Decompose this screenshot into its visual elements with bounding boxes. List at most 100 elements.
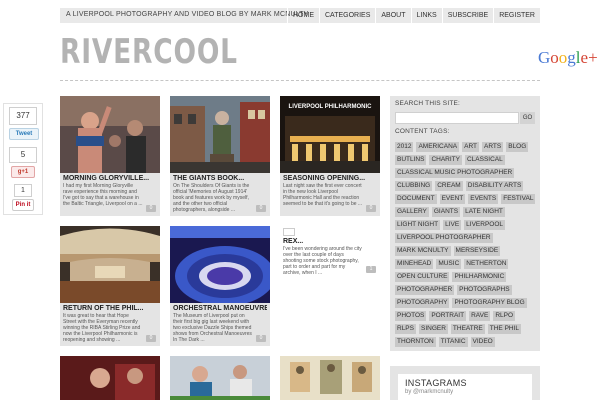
tag-link[interactable]: ART: [462, 142, 480, 152]
tag-link[interactable]: DISABILITY ARTS: [465, 181, 524, 191]
post-excerpt: The Museum of Liverpool put on their fir…: [173, 313, 252, 343]
tag-link[interactable]: RLPO: [493, 311, 516, 321]
tag-link[interactable]: THEATRE: [450, 324, 485, 334]
site-tagline: A Liverpool Photography and Video Blog b…: [66, 11, 309, 18]
post-title[interactable]: RETURN OF THE PHIL...: [63, 305, 157, 312]
tag-link[interactable]: VIDEO: [470, 337, 495, 347]
comment-count-badge[interactable]: 0: [256, 335, 266, 342]
tag-link[interactable]: OPEN CULTURE: [395, 272, 450, 282]
post-card[interactable]: RETURN OF THE PHIL... It was great to he…: [60, 226, 160, 346]
post-card[interactable]: ORCHESTRAL MANOEUVRE... The Museum of Li…: [170, 226, 270, 346]
post-title[interactable]: THE GIANTS BOOK...: [173, 175, 267, 182]
tag-link[interactable]: PHILHARMONIC: [452, 272, 507, 282]
post-card[interactable]: [170, 356, 270, 400]
post-title[interactable]: MORNING GLORYVILLE...: [63, 175, 157, 182]
post-thumbnail[interactable]: [170, 356, 270, 400]
tag-link[interactable]: CHARITY: [429, 155, 462, 165]
tag-link[interactable]: MINEHEAD: [395, 259, 434, 269]
tag-link[interactable]: PORTRAIT: [429, 311, 467, 321]
tag-link[interactable]: PHOTOGRAPHS: [457, 285, 512, 295]
post-thumbnail[interactable]: [170, 226, 270, 303]
search-go-button[interactable]: GO: [520, 112, 535, 124]
tag-link[interactable]: EVENT: [439, 194, 466, 204]
post-title[interactable]: SEASONING OPENING...: [283, 175, 377, 182]
nav-home[interactable]: HOME: [286, 8, 319, 23]
tag-link[interactable]: LIVE: [443, 220, 462, 230]
comment-count-badge[interactable]: 0: [366, 205, 376, 212]
nav-register[interactable]: REGISTER: [493, 8, 540, 23]
post-card[interactable]: MORNING GLORYVILLE... I had my first Mor…: [60, 96, 160, 216]
comment-count-badge[interactable]: 0: [256, 205, 266, 212]
tag-link[interactable]: CLASSICAL: [464, 155, 505, 165]
tag-link[interactable]: LIGHT NIGHT: [395, 220, 441, 230]
nav-links[interactable]: LINKS: [410, 8, 442, 23]
post-thumbnail[interactable]: [60, 96, 160, 173]
post-card[interactable]: REX... I've been wondering around the ci…: [280, 226, 380, 291]
tag-link[interactable]: LIVERPOOL: [464, 220, 506, 230]
post-title[interactable]: REX...: [283, 238, 377, 245]
tag-link[interactable]: TITANIC: [438, 337, 468, 347]
tag-link[interactable]: PHOTOGRAPHER: [395, 285, 455, 295]
comment-count-badge[interactable]: 0: [146, 205, 156, 212]
instagram-handle[interactable]: by @markmcnulty: [405, 389, 453, 395]
post-thumbnail[interactable]: [60, 226, 160, 303]
post-body: SEASONING OPENING... Last night saw the …: [280, 173, 380, 216]
main-nav: HOME CATEGORIES ABOUT LINKS SUBSCRIBE RE…: [286, 8, 540, 23]
tag-link[interactable]: CREAM: [435, 181, 463, 191]
tag-link[interactable]: ARTS: [482, 142, 504, 152]
comment-count-badge[interactable]: 0: [146, 335, 156, 342]
search-input[interactable]: [395, 112, 519, 124]
tag-link[interactable]: GALLERY: [395, 207, 429, 217]
nav-categories[interactable]: CATEGORIES: [318, 8, 375, 23]
post-thumbnail[interactable]: [280, 356, 380, 400]
tag-link[interactable]: BUTLINS: [395, 155, 427, 165]
tag-link[interactable]: GIANTS: [431, 207, 461, 217]
tag-link[interactable]: PHOTOGRAPHY: [395, 298, 450, 308]
tag-link[interactable]: 2012: [395, 142, 414, 152]
tag-link[interactable]: LATE NIGHT: [463, 207, 505, 217]
post-excerpt: On The Shoulders Of Giants is the offici…: [173, 183, 250, 213]
tag-link[interactable]: THE PHIL: [487, 324, 522, 334]
tag-link[interactable]: THORNTON: [395, 337, 436, 347]
post-thumbnail-image: [60, 96, 160, 173]
post-card[interactable]: [60, 356, 160, 400]
tag-link[interactable]: CLASSICAL MUSIC PHOTOGRAPHER: [395, 168, 515, 178]
post-body: ORCHESTRAL MANOEUVRE... The Museum of Li…: [170, 303, 270, 346]
post-card[interactable]: LIVERPOOL PHILHARMONIC SEASONING OPENING…: [280, 96, 380, 216]
tag-link[interactable]: AMERICANA: [416, 142, 460, 152]
post-thumbnail[interactable]: [170, 96, 270, 173]
tag-link[interactable]: MARK MCNULTY: [395, 246, 451, 256]
tag-link[interactable]: NETHERTON: [464, 259, 509, 269]
tag-link[interactable]: CLUBBING: [395, 181, 433, 191]
tag-link[interactable]: DOCUMENT: [395, 194, 437, 204]
pin-it-button[interactable]: Pin it: [12, 199, 34, 211]
tag-link[interactable]: LIVERPOOL PHOTOGRAPHER: [395, 233, 493, 243]
post-thumbnail-image: [280, 356, 380, 400]
google-plus-letter: e: [580, 48, 589, 67]
nav-subscribe[interactable]: SUBSCRIBE: [441, 8, 493, 23]
post-title[interactable]: ORCHESTRAL MANOEUVRE...: [173, 305, 267, 312]
google-plus-badge[interactable]: Google+: [538, 48, 598, 68]
tag-link[interactable]: MUSIC: [436, 259, 462, 269]
tag-link[interactable]: FESTIVAL: [501, 194, 536, 204]
site-logo[interactable]: RIVERCOOL: [60, 33, 238, 71]
tag-link[interactable]: BLOG: [506, 142, 529, 152]
post-card[interactable]: THE GIANTS BOOK... On The Shoulders Of G…: [170, 96, 270, 216]
post-thumbnail[interactable]: [60, 356, 160, 400]
tweet-button[interactable]: Tweet: [9, 128, 39, 140]
comment-count-badge[interactable]: 1: [366, 266, 376, 273]
nav-about[interactable]: ABOUT: [375, 8, 410, 23]
tag-link[interactable]: EVENTS: [468, 194, 499, 204]
tag-link[interactable]: RAVE: [469, 311, 491, 321]
post-card[interactable]: [280, 356, 380, 400]
tag-link[interactable]: PHOTOGRAPHY BLOG: [452, 298, 527, 308]
gplus-button[interactable]: g+1: [11, 166, 35, 178]
tag-link[interactable]: MERSEYSIDE: [453, 246, 501, 256]
tag-cloud: 2012 AMERICANA ART ARTS BLOG BUTLINS CHARITY CL…: [395, 142, 537, 347]
tag-link[interactable]: PHOTOS: [395, 311, 427, 321]
tag-link[interactable]: RLPS: [395, 324, 416, 334]
google-plus-letter: +: [588, 48, 598, 67]
tag-link[interactable]: SINGER: [418, 324, 448, 334]
post-thumbnail-image: [170, 356, 270, 400]
post-thumbnail[interactable]: LIVERPOOL PHILHARMONIC: [280, 96, 380, 173]
